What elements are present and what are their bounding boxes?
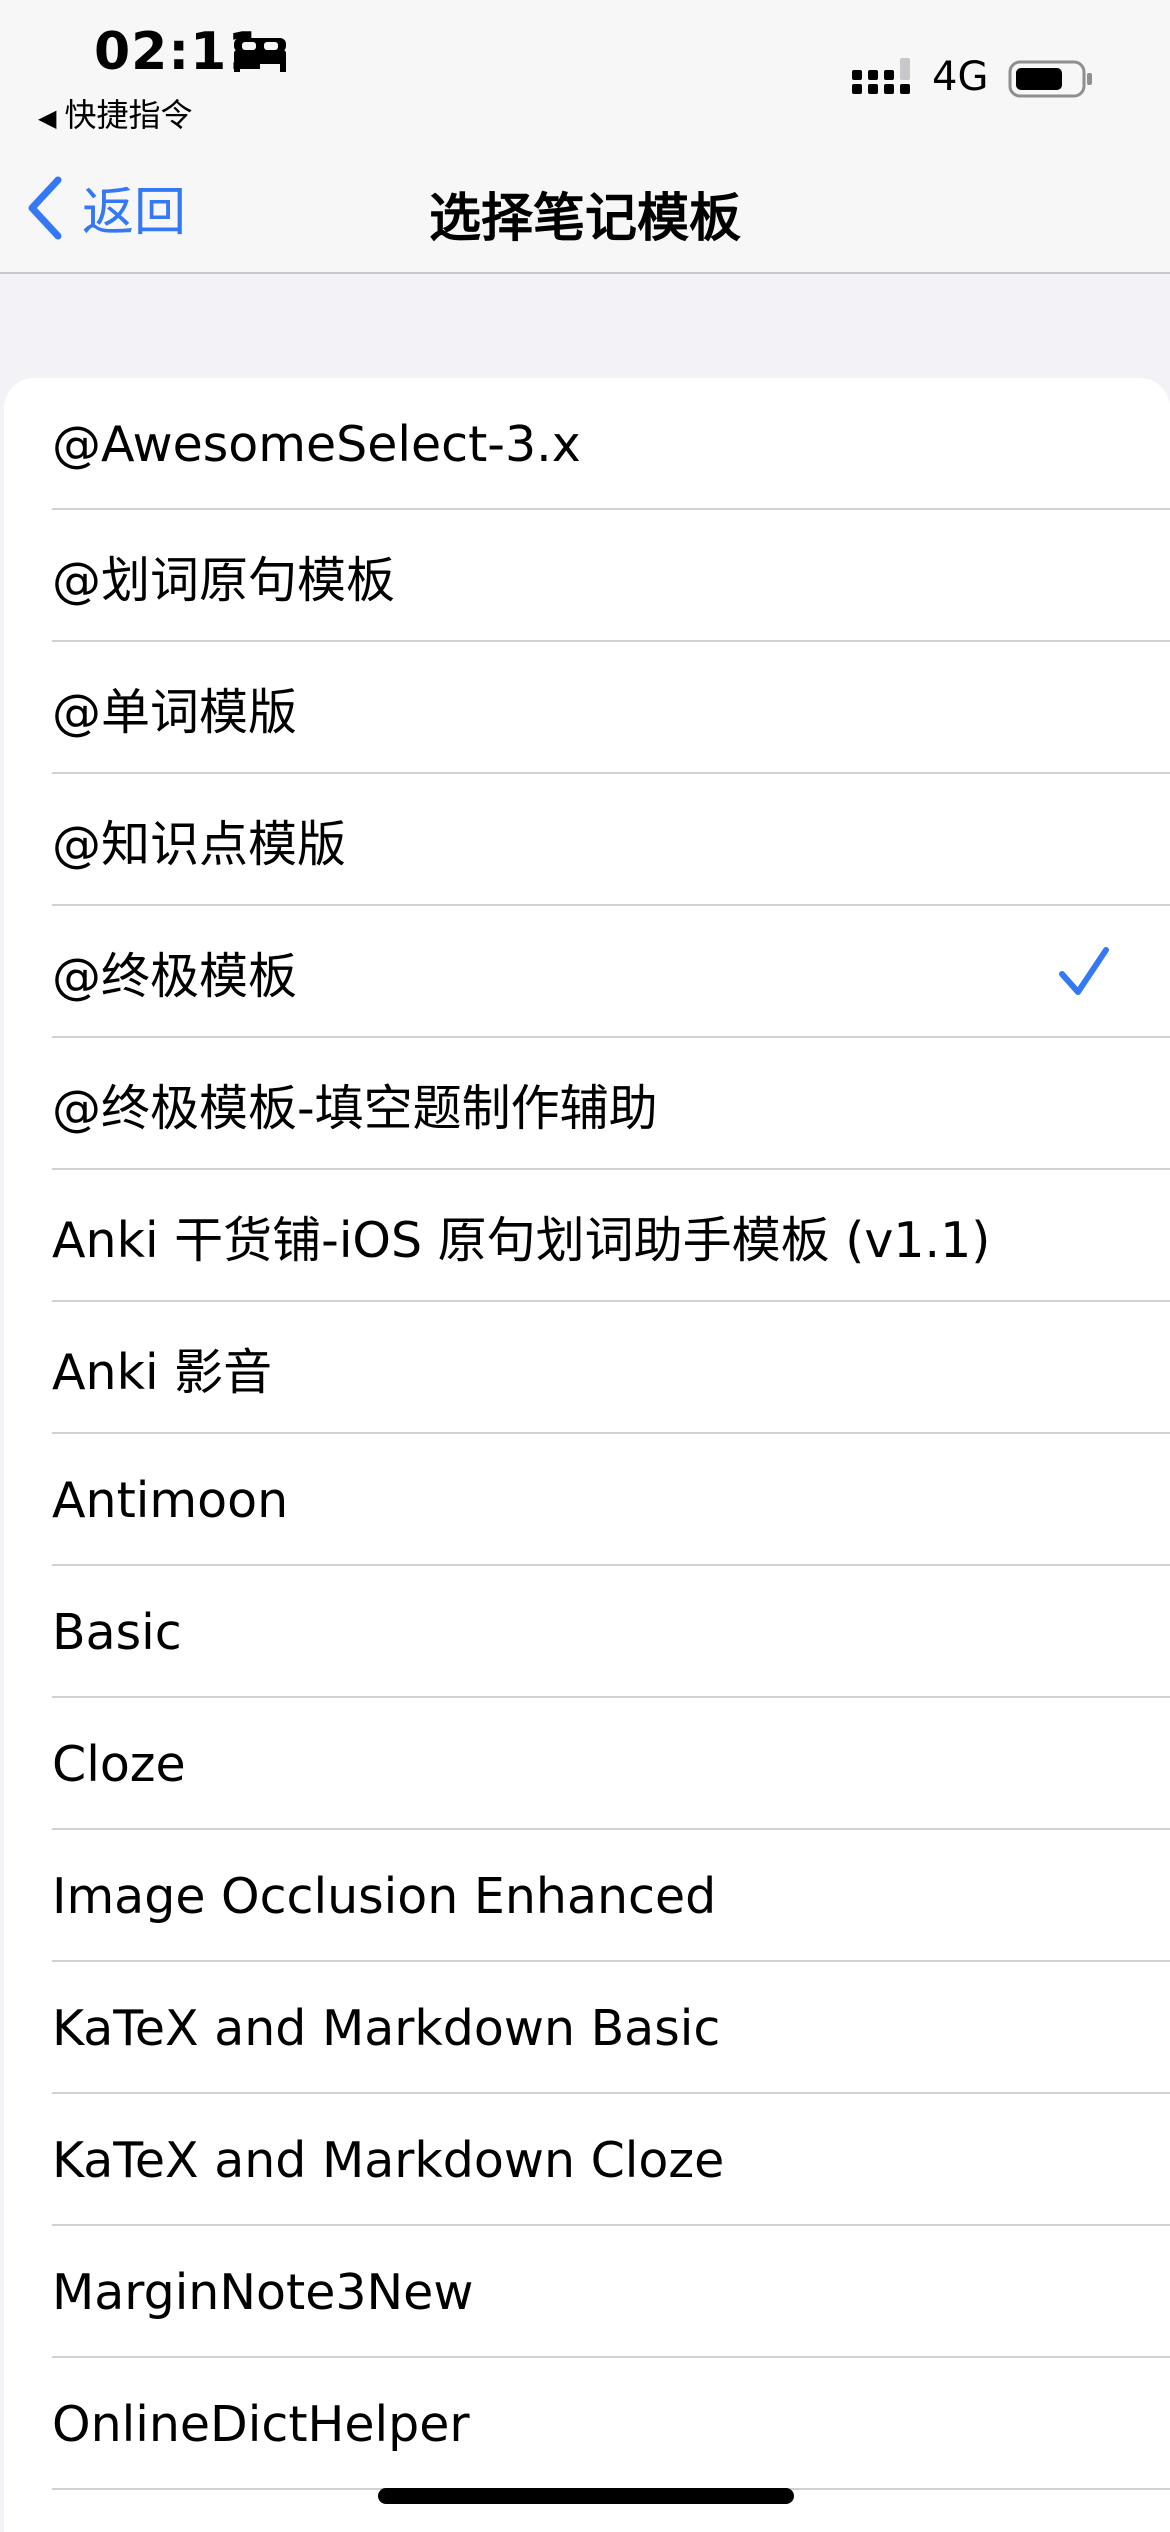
template-name: @单词模版 [52,683,298,741]
template-list-item[interactable]: Anki 影音 [4,1302,1170,1434]
template-name: @知识点模版 [52,815,347,873]
battery-icon [1008,60,1092,98]
template-name: KaTeX and Markdown Basic [52,1999,721,2057]
template-list-item[interactable]: Basic [4,1566,1170,1698]
template-list-item[interactable]: Anki 干货铺-iOS 原句划词助手模板 (v1.1) [4,1170,1170,1302]
template-name: KaTeX and Markdown Cloze [52,2131,725,2189]
template-list: @AwesomeSelect-3.x @划词原句模板 @单词模版 @知识点模版 @终极模… [4,378,1170,2532]
template-list-item[interactable]: @单词模版 [4,642,1170,774]
template-name: OnlineDictHelper [52,2395,470,2453]
template-name: Basic [52,1603,182,1661]
cellular-signal-icon [852,58,910,94]
template-list-item[interactable]: @AwesomeSelect-3.x [4,378,1170,510]
back-app-label: 快捷指令 [64,96,193,134]
template-name: @划词原句模板 [52,551,396,609]
template-list-item[interactable]: KaTeX and Markdown Basic [4,1962,1170,2094]
template-list-item[interactable]: Cloze [4,1698,1170,1830]
template-list-item[interactable]: @划词原句模板 [4,510,1170,642]
navigation-bar: 返回 选择笔记模板 [0,140,1170,274]
template-list-item[interactable]: OnlineDictHelper [4,2358,1170,2490]
template-name: Anki 影音 [52,1343,273,1401]
page-title: 选择笔记模板 [428,189,741,249]
template-name: @AwesomeSelect-3.x [52,415,581,473]
template-name: MarginNote3New [52,2263,474,2321]
template-list-item[interactable]: MarginNote3New [4,2226,1170,2358]
template-list-item[interactable]: @终极模板-填空题制作辅助 [4,1038,1170,1170]
back-triangle-icon: ◀ [38,104,57,132]
template-name: Anki 干货铺-iOS 原句划词助手模板 (v1.1) [52,1211,991,1269]
template-list-item[interactable]: Antimoon [4,1434,1170,1566]
home-indicator[interactable] [378,2488,794,2504]
template-name: Cloze [52,1735,186,1793]
template-name: Antimoon [52,1471,289,1529]
network-type: 4G [932,54,989,100]
template-list-item[interactable]: Image Occlusion Enhanced [4,1830,1170,1962]
template-list-item[interactable]: @终极模板 [4,906,1170,1038]
template-list-item[interactable]: KaTeX and Markdown Cloze [4,2094,1170,2226]
status-bar: 02:11 ◀ 快捷指令 4G [0,0,1170,140]
back-to-app-link[interactable]: ◀ 快捷指令 [38,90,192,136]
checkmark-icon [1059,947,1109,995]
bed-icon [234,38,286,72]
template-name: Image Occlusion Enhanced [52,1867,717,1925]
template-list-item[interactable]: @知识点模版 [4,774,1170,906]
template-name: @终极模板-填空题制作辅助 [52,1079,658,1137]
template-name: @终极模板 [52,947,298,1005]
